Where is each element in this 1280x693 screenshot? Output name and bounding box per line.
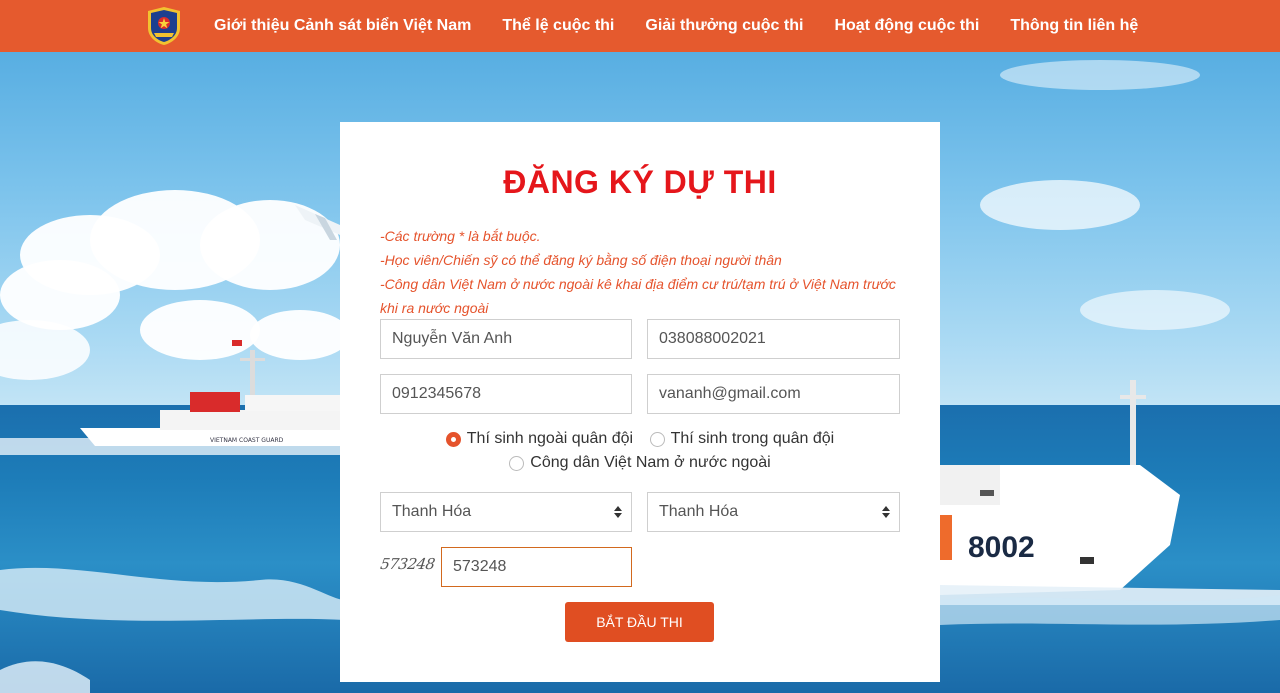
radio-label: Thí sinh trong quân đội	[670, 430, 835, 447]
province-select[interactable]: Thanh Hóa	[380, 492, 632, 532]
ship-hull-text: VIETNAM COAST GUARD	[210, 437, 284, 444]
form-title: ĐĂNG KÝ DỰ THI	[503, 164, 777, 200]
nav-link-contact[interactable]: Thông tin liên hệ	[1010, 17, 1138, 35]
nav-link-prizes[interactable]: Giải thưởng cuộc thi	[645, 17, 803, 35]
nav-link-introduction[interactable]: Giới thiệu Cảnh sát biển Việt Nam	[214, 17, 471, 35]
coast-guard-ship-left: VIETNAM COAST GUARD	[0, 340, 345, 455]
email-input[interactable]: vananh@gmail.com	[647, 374, 900, 414]
fullname-input[interactable]: Nguyễn Văn Anh	[380, 319, 632, 359]
cloud	[1000, 60, 1200, 90]
note-required-fields: -Các trường * là bắt buộc.	[380, 228, 541, 244]
select-updown-arrow-icon	[614, 504, 622, 520]
radio-checked-icon[interactable]	[445, 431, 461, 447]
radio-overseas-citizen[interactable]: Công dân Việt Nam ở nước ngoài	[509, 454, 771, 472]
district-select[interactable]: Thanh Hóa	[647, 492, 900, 532]
radio-unchecked-icon[interactable]	[649, 431, 665, 447]
captcha-image: 573248	[379, 555, 436, 573]
id-number-input[interactable]: 038088002021	[647, 319, 900, 359]
aircraft	[295, 205, 340, 240]
select-updown-arrow-icon	[882, 504, 890, 520]
cloud	[0, 260, 120, 330]
captcha-input[interactable]: 573248	[441, 547, 632, 587]
province-select-value: Thanh Hóa	[392, 503, 472, 520]
candidate-type-row-2: Công dân Việt Nam ở nước ngoài	[340, 454, 940, 476]
start-exam-button[interactable]: BẮT ĐẦU THI	[565, 602, 714, 642]
registration-form: ĐĂNG KÝ DỰ THI -Các trường * là bắt buộc…	[340, 122, 940, 682]
note-relative-phone: -Học viên/Chiến sỹ có thể đăng ký bằng s…	[380, 252, 782, 268]
coast-guard-logo-icon[interactable]	[146, 6, 182, 46]
radio-unchecked-icon[interactable]	[509, 455, 525, 471]
cloud	[1080, 290, 1230, 330]
radio-outside-military[interactable]: Thí sinh ngoài quân đội	[445, 430, 634, 448]
district-select-value: Thanh Hóa	[659, 503, 739, 520]
nav-link-rules[interactable]: Thể lệ cuộc thi	[502, 17, 614, 35]
phone-input[interactable]: 0912345678	[380, 374, 632, 414]
top-navbar: Giới thiệu Cảnh sát biển Việt Nam Thể lệ…	[0, 0, 1280, 52]
radio-label: Thí sinh ngoài quân đội	[466, 430, 634, 447]
cloud	[980, 180, 1140, 230]
form-notes: -Các trường * là bắt buộc. -Học viên/Chi…	[380, 224, 910, 320]
nav-menu: Giới thiệu Cảnh sát biển Việt Nam Thể lệ…	[214, 0, 1169, 52]
note-overseas-citizens: -Công dân Việt Nam ở nước ngoài kê khai …	[380, 276, 896, 316]
radio-inside-military[interactable]: Thí sinh trong quân đội	[649, 430, 835, 448]
candidate-type-row-1: Thí sinh ngoài quân đội Thí sinh trong q…	[340, 430, 940, 452]
nav-link-activities[interactable]: Hoạt động cuộc thi	[834, 17, 979, 35]
radio-label: Công dân Việt Nam ở nước ngoài	[530, 454, 771, 471]
